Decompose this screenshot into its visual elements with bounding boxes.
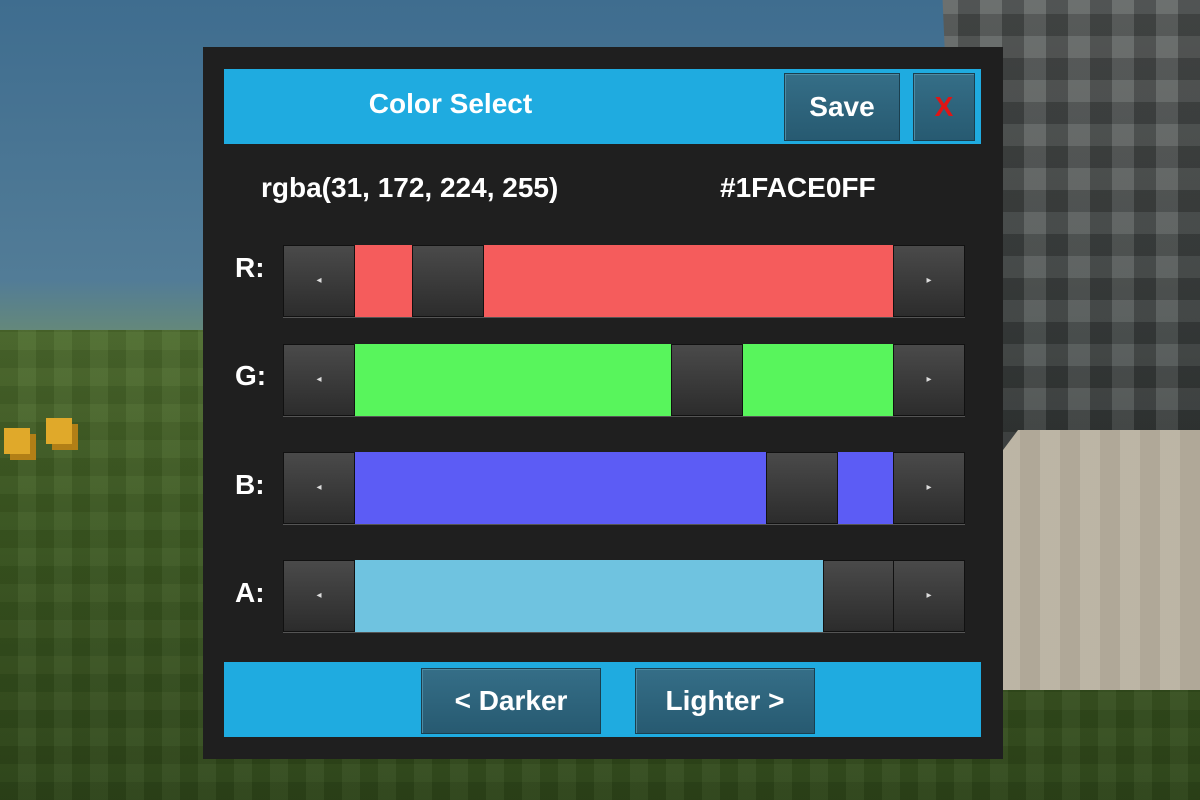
alpha-increase-button[interactable]: ▸	[893, 560, 965, 632]
red-slider[interactable]: ◂ ▸	[283, 245, 965, 318]
blue-decrease-button[interactable]: ◂	[283, 452, 355, 524]
red-label: R:	[235, 252, 265, 283]
red-increase-button[interactable]: ▸	[893, 245, 965, 317]
arrow-left-icon: ◂	[316, 275, 322, 286]
blue-label: B:	[235, 469, 265, 500]
dialog-header: Color Select Save X	[224, 69, 981, 144]
arrow-left-icon: ◂	[316, 374, 322, 385]
close-button[interactable]: X	[913, 73, 975, 141]
green-increase-button[interactable]: ▸	[893, 344, 965, 416]
arrow-right-icon: ▸	[926, 590, 932, 601]
lighter-button[interactable]: Lighter >	[635, 668, 815, 734]
blue-increase-button[interactable]: ▸	[893, 452, 965, 524]
arrow-left-icon: ◂	[316, 482, 322, 493]
arrow-left-icon: ◂	[316, 590, 322, 601]
color-select-dialog: Color Select Save X rgba(31, 172, 224, 2…	[203, 47, 1003, 759]
alpha-track[interactable]	[355, 560, 893, 632]
rgba-readout: rgba(31, 172, 224, 255)	[261, 172, 559, 203]
green-decrease-button[interactable]: ◂	[283, 344, 355, 416]
alpha-decrease-button[interactable]: ◂	[283, 560, 355, 632]
green-thumb[interactable]	[670, 344, 743, 416]
alpha-slider[interactable]: ◂ ▸	[283, 560, 965, 633]
save-button[interactable]: Save	[784, 73, 900, 141]
hex-readout: #1FACE0FF	[720, 172, 876, 203]
flower	[4, 428, 30, 454]
green-slider[interactable]: ◂ ▸	[283, 344, 965, 417]
blue-thumb[interactable]	[766, 452, 839, 524]
alpha-label: A:	[235, 577, 265, 608]
dialog-title: Color Select	[368, 88, 533, 119]
flower	[46, 418, 72, 444]
blue-slider[interactable]: ◂ ▸	[283, 452, 965, 525]
arrow-right-icon: ▸	[926, 482, 932, 493]
red-decrease-button[interactable]: ◂	[283, 245, 355, 317]
arrow-right-icon: ▸	[926, 374, 932, 385]
alpha-thumb[interactable]	[823, 560, 895, 632]
red-thumb[interactable]	[411, 245, 484, 317]
green-label: G:	[235, 360, 267, 391]
dialog-footer: < Darker Lighter >	[224, 662, 981, 737]
arrow-right-icon: ▸	[926, 275, 932, 286]
green-track[interactable]	[355, 344, 893, 416]
darker-button[interactable]: < Darker	[421, 668, 601, 734]
